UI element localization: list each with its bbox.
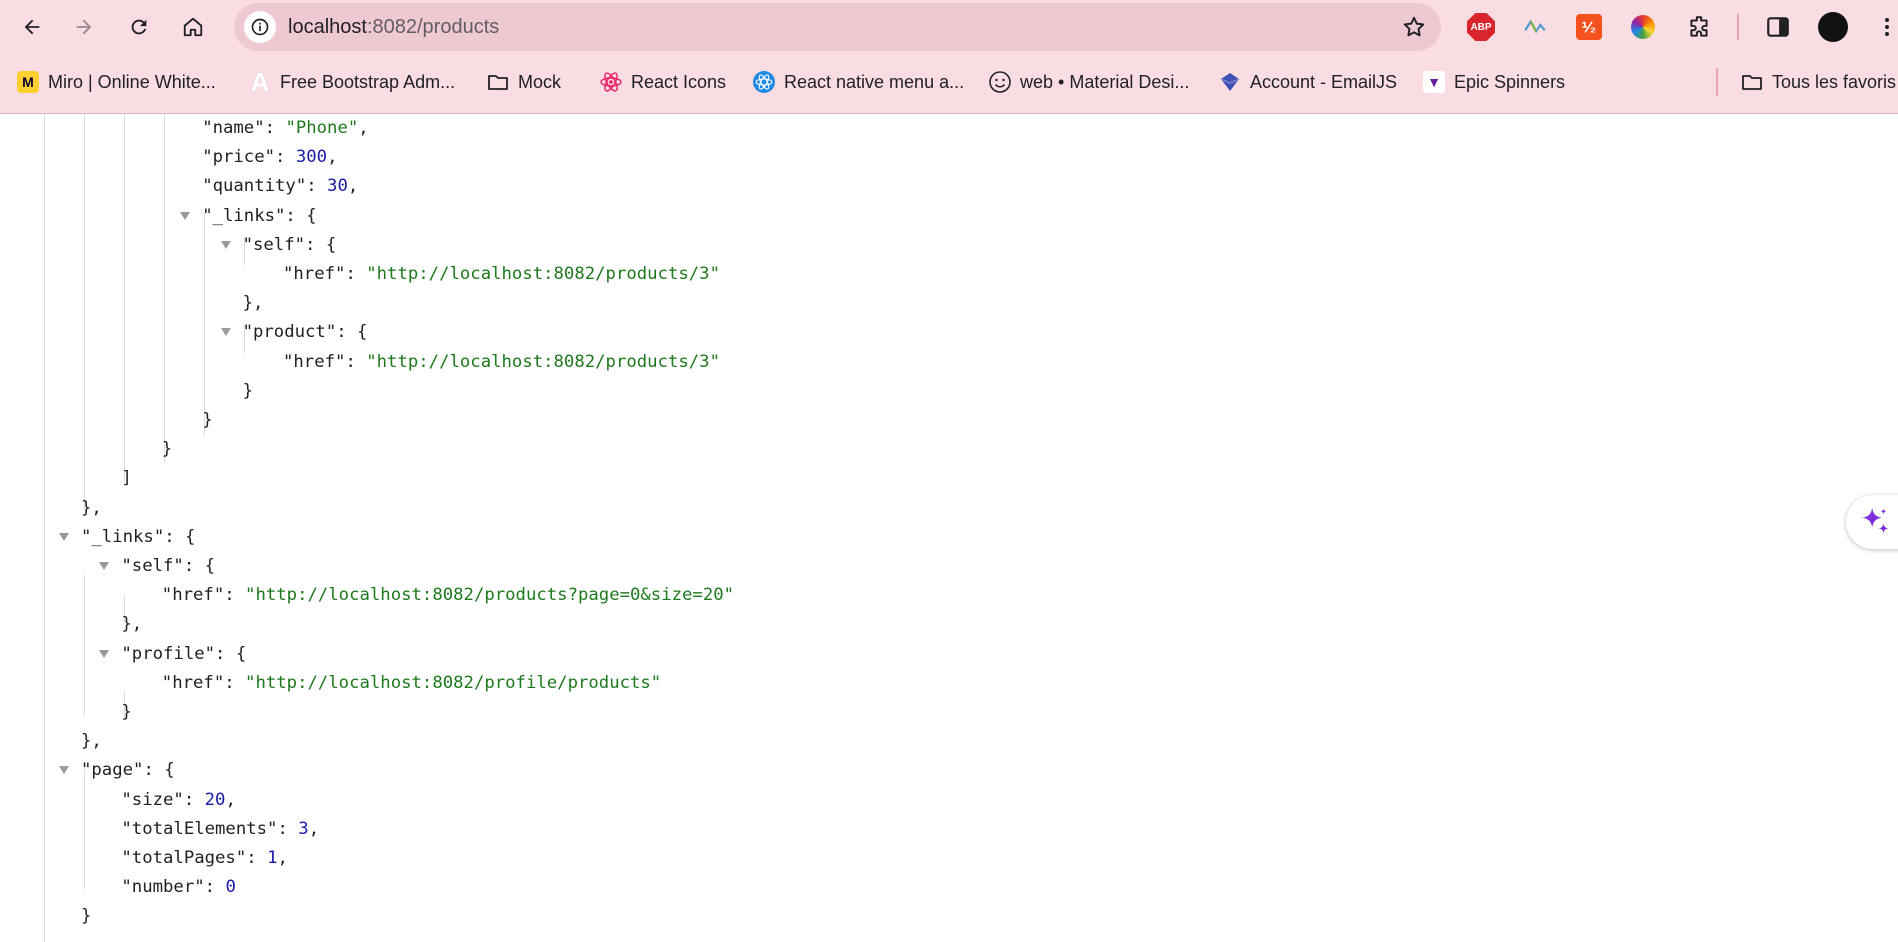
json-line: }, xyxy=(242,293,264,314)
bookmark-label: React native menu a... xyxy=(784,71,965,92)
bootstrap-admin-icon: A xyxy=(250,66,270,97)
home-icon xyxy=(183,17,203,37)
indent-guide xyxy=(204,213,205,435)
activity-icon[interactable] xyxy=(1520,12,1550,42)
url-host: localhost xyxy=(288,16,367,38)
miro-icon: M xyxy=(16,70,40,94)
json-line: ] xyxy=(121,468,132,489)
browser-toolbar: localhost:8082/products ABP ⅟₂ xyxy=(0,0,1898,54)
json-line: "size": 20, xyxy=(121,789,236,810)
collapse-toggle[interactable] xyxy=(99,649,110,658)
collapse-toggle[interactable] xyxy=(180,211,191,220)
json-line: "_links": { xyxy=(202,205,317,226)
emailjs-icon xyxy=(1218,70,1242,94)
bookmark-star-icon[interactable] xyxy=(1401,14,1427,40)
json-line: } xyxy=(121,702,132,722)
bookmark-label: web • Material Desi... xyxy=(1020,71,1190,92)
indent-guide xyxy=(124,114,125,486)
json-line: "href": "http://localhost:8082/products?… xyxy=(161,585,735,606)
back-arrow-icon xyxy=(24,19,40,35)
bookmark-mock[interactable]: Mock xyxy=(486,54,561,110)
smiley-icon xyxy=(988,70,1012,94)
json-line: "quantity": 30, xyxy=(202,176,359,197)
bookmark-miro[interactable]: M Miro | Online White... xyxy=(16,54,216,110)
bookmark-all-bookmarks[interactable]: Tous les favoris xyxy=(1740,54,1896,110)
json-line: "self": { xyxy=(242,234,337,255)
puzzle-extensions-icon[interactable] xyxy=(1684,12,1714,42)
bookmark-label: Epic Spinners xyxy=(1454,71,1566,92)
adblock-plus-icon[interactable]: ABP xyxy=(1466,12,1496,42)
epic-spinners-icon: ▼ xyxy=(1422,70,1446,94)
collapse-toggle[interactable] xyxy=(59,532,69,541)
indent-guide xyxy=(84,575,85,715)
json-line: "_links": { xyxy=(81,526,196,547)
json-line: } xyxy=(161,439,173,460)
react-native-icon xyxy=(752,70,776,94)
reload-button[interactable] xyxy=(119,7,159,47)
home-button[interactable] xyxy=(173,7,213,47)
indent-guide xyxy=(44,114,45,942)
bookmark-label: Account - EmailJS xyxy=(1250,71,1398,92)
bookmark-label: Free Bootstrap Adm... xyxy=(280,71,456,92)
json-line: }, xyxy=(81,497,102,518)
bookmark-label: Mock xyxy=(518,71,562,92)
bookmark-react-icons[interactable]: React Icons xyxy=(599,54,726,110)
url-text[interactable]: localhost:8082/products xyxy=(288,3,499,51)
folder-icon xyxy=(486,70,510,94)
bookmark-react-native-menu[interactable]: React native menu a... xyxy=(752,54,964,110)
bookmark-material-design[interactable]: web • Material Desi... xyxy=(988,54,1189,110)
site-info-icon[interactable] xyxy=(244,11,276,43)
indent-guide xyxy=(164,114,165,462)
json-line: "profile": { xyxy=(121,643,247,664)
bookmark-label: Tous les favoris xyxy=(1772,71,1897,92)
color-picker-icon[interactable] xyxy=(1628,12,1658,42)
json-line: "name": "Phone", xyxy=(202,118,369,138)
json-line: }, xyxy=(81,731,102,752)
orange-extension-icon[interactable]: ⅟₂ xyxy=(1574,12,1604,42)
bookmark-emailjs[interactable]: Account - EmailJS xyxy=(1218,54,1397,110)
bookmark-label: Miro | Online White... xyxy=(48,71,216,92)
back-button[interactable] xyxy=(12,7,52,47)
more-menu-icon[interactable] xyxy=(1872,12,1898,42)
json-line: "page": { xyxy=(81,760,175,781)
json-line: } xyxy=(202,410,213,430)
json-line: "href": "http://localhost:8082/profile/p… xyxy=(161,672,662,693)
json-line: "price": 300, xyxy=(202,147,338,168)
url-path: :8082/products xyxy=(366,16,500,38)
json-viewer: "name": "Phone", "price": 300, "quantity":… xyxy=(0,114,1898,942)
json-line: }, xyxy=(121,614,143,635)
json-line: "totalElements": 3, xyxy=(121,818,320,839)
forward-button[interactable] xyxy=(64,7,104,47)
profile-avatar-icon[interactable] xyxy=(1818,12,1848,42)
json-line: "totalPages": 1, xyxy=(121,848,288,868)
forward-arrow-icon xyxy=(76,19,92,35)
folder-icon xyxy=(1740,70,1764,94)
indent-guide xyxy=(84,769,85,889)
indent-guide xyxy=(84,114,85,510)
toolbar-divider xyxy=(1737,14,1739,40)
json-line: "number": 0 xyxy=(121,877,236,898)
bookmarks-divider xyxy=(1716,68,1718,96)
json-line: } xyxy=(242,380,253,401)
bookmark-label: React Icons xyxy=(631,71,727,92)
sparkle-icon xyxy=(1862,507,1889,534)
json-line: "href": "http://localhost:8082/products/… xyxy=(283,264,720,284)
ai-assistant-button[interactable] xyxy=(1846,495,1898,549)
bookmarks-bar: M Miro | Online White... A Free Bootstra… xyxy=(0,54,1898,114)
collapse-toggle[interactable] xyxy=(220,240,231,249)
react-icon xyxy=(599,70,623,94)
reload-icon xyxy=(131,19,147,35)
collapse-toggle[interactable] xyxy=(59,766,69,775)
collapse-toggle[interactable] xyxy=(220,328,231,337)
json-line: "self": { xyxy=(121,556,216,576)
collapse-toggle[interactable] xyxy=(99,562,110,570)
bookmark-epic-spinners[interactable]: ▼ Epic Spinners xyxy=(1422,54,1565,110)
json-line: "href": "http://localhost:8082/products/… xyxy=(283,351,720,372)
bookmark-free-bootstrap-admin[interactable]: A Free Bootstrap Adm... xyxy=(248,54,455,110)
address-bar[interactable]: localhost:8082/products xyxy=(234,3,1441,51)
side-panel-icon[interactable] xyxy=(1763,12,1793,42)
json-line: } xyxy=(81,906,92,927)
json-line: "product": { xyxy=(242,322,368,343)
